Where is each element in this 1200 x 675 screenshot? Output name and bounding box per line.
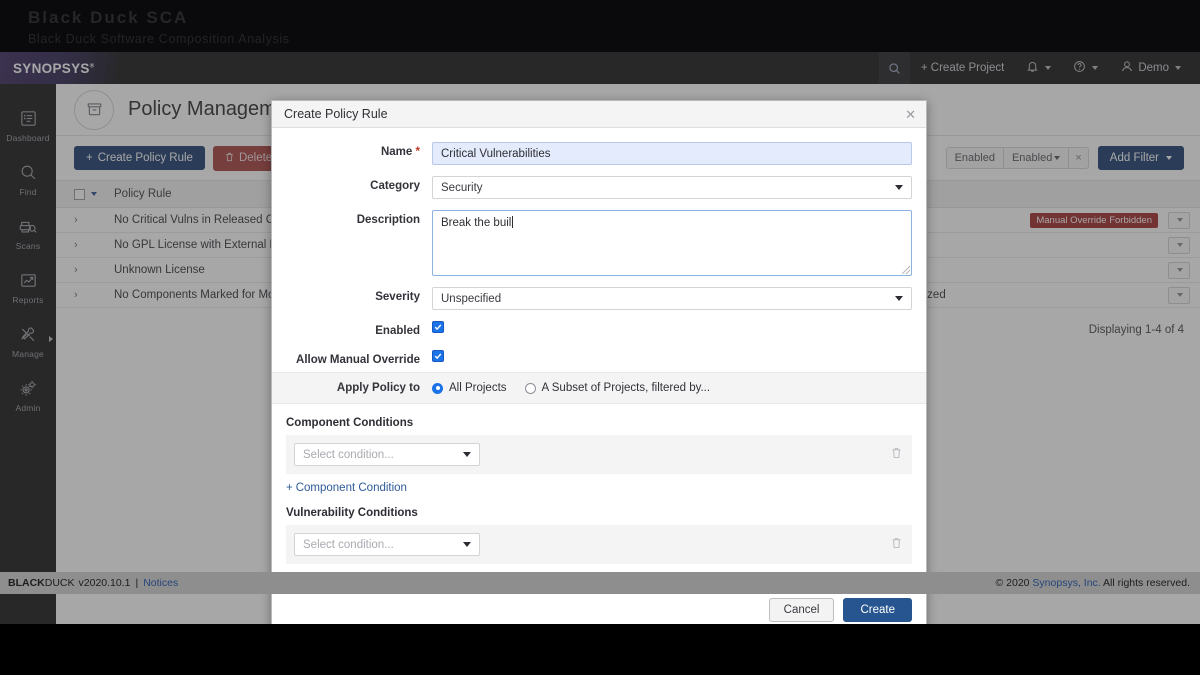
add-component-condition-link[interactable]: + Component Condition <box>272 474 926 494</box>
field-row-enabled: Enabled <box>272 321 926 337</box>
category-select[interactable]: Security <box>432 176 912 199</box>
resize-handle-icon[interactable] <box>902 266 910 274</box>
category-label: Category <box>370 180 420 192</box>
apply-policy-section: Apply Policy to All Projects A Subset of… <box>272 372 926 404</box>
product-name: BLACKDUCK <box>8 577 75 589</box>
dialog-header: Create Policy Rule ✕ <box>272 101 926 128</box>
radio-icon <box>524 382 536 394</box>
notices-link[interactable]: Notices <box>143 577 178 589</box>
radio-icon <box>432 382 443 394</box>
chevron-down-icon <box>463 542 471 547</box>
component-condition-placeholder: Select condition... <box>303 448 394 461</box>
chevron-down-icon <box>895 185 903 190</box>
allow-manual-override-checkbox[interactable] <box>432 350 444 362</box>
description-label: Description <box>356 214 420 226</box>
component-condition-select[interactable]: Select condition... <box>294 443 480 466</box>
description-text: Break the buil <box>441 217 512 229</box>
required-marker: * <box>415 146 420 158</box>
copyright: © 2020 Synopsys, Inc. All rights reserve… <box>995 577 1190 589</box>
create-policy-rule-dialog: Create Policy Rule ✕ Name * Critical Vul… <box>271 100 927 624</box>
watermark-title: Black Duck SCA <box>28 8 189 27</box>
radio-subset-projects[interactable]: A Subset of Projects, filtered by... <box>524 382 711 394</box>
text-cursor <box>512 216 514 228</box>
name-input[interactable]: Critical Vulnerabilities <box>432 142 912 165</box>
close-icon[interactable]: ✕ <box>905 108 916 121</box>
footer-separator: | <box>135 577 139 589</box>
field-row-allow-manual-override: Allow Manual Override <box>272 350 926 366</box>
delete-component-condition-icon[interactable] <box>891 446 902 464</box>
severity-label: Severity <box>375 291 420 303</box>
application-window: SYNOPSYS® + Create Project Demo Dashboar… <box>0 52 1200 624</box>
component-conditions-title: Component Conditions <box>286 417 414 429</box>
radio-all-projects-label: All Projects <box>449 382 507 394</box>
watermark-subtitle: Black Duck Software Composition Analysis <box>28 32 290 46</box>
app-footer: BLACKDUCK v2020.10.1 | Notices © 2020 Sy… <box>0 572 1200 594</box>
dialog-body: Name * Critical Vulnerabilities Category… <box>272 128 926 624</box>
description-textarea[interactable]: Break the buil <box>432 210 912 276</box>
radio-all-projects[interactable]: All Projects <box>432 382 507 394</box>
add-component-condition-label: Component Condition <box>295 482 407 494</box>
field-row-name: Name * Critical Vulnerabilities <box>272 142 926 165</box>
enabled-label: Enabled <box>375 325 420 337</box>
vulnerability-condition-placeholder: Select condition... <box>303 538 394 551</box>
field-row-category: Category Security <box>272 176 926 199</box>
enabled-checkbox[interactable] <box>432 321 444 333</box>
name-label: Name * <box>380 146 420 158</box>
plus-icon: + <box>286 482 293 494</box>
cancel-button[interactable]: Cancel <box>768 598 835 622</box>
severity-select[interactable]: Unspecified <box>432 287 912 310</box>
version-label: v2020.10.1 <box>78 577 131 589</box>
category-control: Security <box>432 176 926 199</box>
vulnerability-condition-row: Select condition... <box>286 525 912 564</box>
dialog-title: Create Policy Rule <box>284 107 388 121</box>
severity-selected-value: Unspecified <box>441 292 502 305</box>
vulnerability-conditions-title: Vulnerability Conditions <box>286 507 418 519</box>
category-selected-value: Security <box>441 181 483 194</box>
apply-policy-label: Apply Policy to <box>336 382 420 394</box>
apply-policy-radio-group: All Projects A Subset of Projects, filte… <box>432 382 710 394</box>
screen: Black Duck SCA Black Duck Software Compo… <box>0 0 1200 675</box>
chevron-down-icon <box>895 296 903 301</box>
component-condition-row: Select condition... <box>286 435 912 474</box>
vulnerability-condition-select[interactable]: Select condition... <box>294 533 480 556</box>
allow-manual-override-control <box>432 350 926 362</box>
create-button[interactable]: Create <box>843 598 912 622</box>
allow-manual-override-label: Allow Manual Override <box>296 354 420 366</box>
name-control: Critical Vulnerabilities <box>432 142 926 165</box>
field-row-description: Description Break the buil <box>272 210 926 276</box>
delete-vulnerability-condition-icon[interactable] <box>891 536 902 554</box>
synopsys-link[interactable]: Synopsys, Inc. <box>1032 577 1100 589</box>
field-row-severity: Severity Unspecified <box>272 287 926 310</box>
watermark-banner: Black Duck SCA Black Duck Software Compo… <box>0 0 1200 52</box>
enabled-control <box>432 321 926 333</box>
severity-control: Unspecified <box>432 287 926 310</box>
chevron-down-icon <box>463 452 471 457</box>
description-control: Break the buil <box>432 210 926 276</box>
radio-subset-projects-label: A Subset of Projects, filtered by... <box>541 382 711 394</box>
